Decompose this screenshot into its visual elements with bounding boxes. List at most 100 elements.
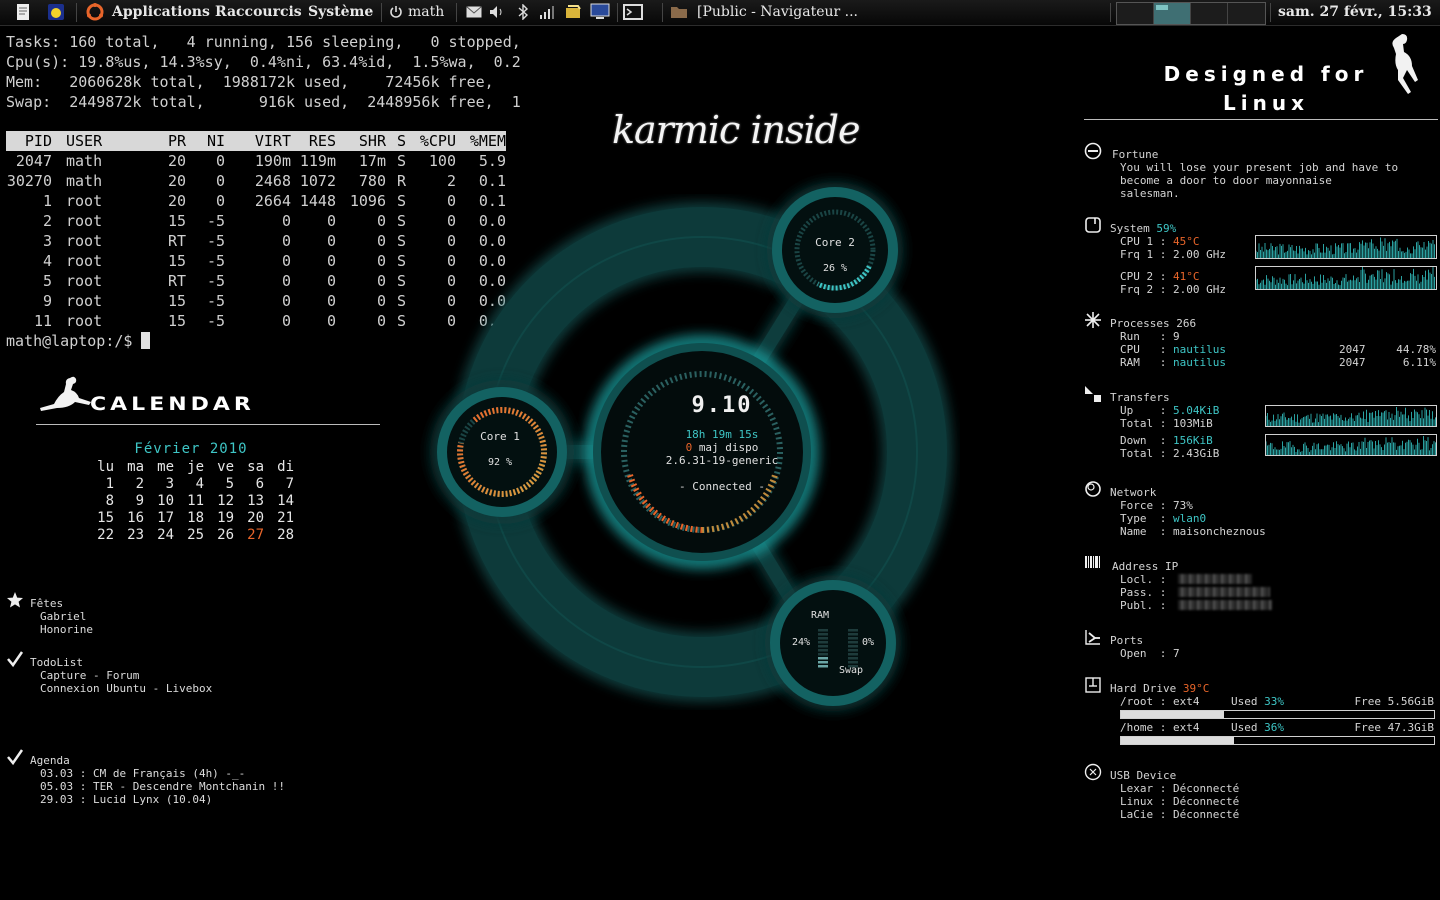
- swap-level-bar: [848, 653, 858, 656]
- cell-ni: 0: [215, 152, 225, 170]
- agenda-line-3: 29.03 : Lucid Lynx (10.04): [40, 793, 213, 806]
- calendar-day[interactable]: 21: [268, 510, 294, 527]
- home-used: Used 36%: [1231, 721, 1284, 734]
- weekday-label: sa: [247, 459, 264, 475]
- locl-label: Locl. :: [1120, 573, 1167, 586]
- ram-level-bar: [818, 665, 828, 668]
- calendar-day[interactable]: 10: [148, 493, 174, 510]
- calendar-day[interactable]: 1: [88, 476, 114, 493]
- swap-level-bar: [848, 633, 858, 636]
- frq1-label: Frq 1 :: [1120, 248, 1167, 261]
- calendar-day[interactable]: 13: [238, 493, 264, 510]
- cell-pid: 2047: [15, 152, 52, 170]
- calendar-day[interactable]: 23: [118, 527, 144, 544]
- cell-user: root: [66, 292, 103, 310]
- swap-level-bar: [848, 629, 858, 632]
- cell-ni: -5: [206, 252, 225, 270]
- hdd-temp: 39°C: [1182, 682, 1210, 695]
- calendar-day[interactable]: 8: [88, 493, 114, 510]
- address-title: Address IP: [1112, 560, 1179, 573]
- calendar-day[interactable]: 26: [208, 527, 234, 544]
- update-notifier-icon[interactable]: [564, 3, 582, 21]
- calendar-day[interactable]: 15: [88, 510, 114, 527]
- mail-icon[interactable]: [466, 6, 482, 18]
- publ-label: Publ. :: [1120, 599, 1167, 612]
- calendar-day[interactable]: 9: [118, 493, 144, 510]
- calendar-day[interactable]: 24: [148, 527, 174, 544]
- calendar-day[interactable]: 28: [268, 527, 294, 544]
- usb-lacie: LaCie : Déconnecté: [1120, 808, 1240, 821]
- calendar-day[interactable]: 25: [178, 527, 204, 544]
- processes-count: 266: [1176, 317, 1197, 330]
- calendar-day[interactable]: 19: [208, 510, 234, 527]
- run-value: 9: [1172, 330, 1180, 343]
- workspace-1[interactable]: [1117, 3, 1154, 24]
- hard-drive-icon: [1085, 677, 1101, 693]
- terminal-icon[interactable]: [622, 3, 644, 21]
- cell-s: S: [396, 272, 406, 290]
- system-menu[interactable]: Système: [308, 0, 373, 25]
- calendar-day[interactable]: 12: [208, 493, 234, 510]
- cell-s: S: [396, 292, 406, 310]
- ssid-value: maisoncheznous: [1172, 525, 1266, 538]
- workspace-switcher[interactable]: [1116, 2, 1266, 25]
- volume-icon[interactable]: [489, 5, 505, 19]
- workspace-3[interactable]: [1191, 3, 1228, 24]
- down-total-value: 2.43GiB: [1172, 447, 1220, 460]
- user-switcher[interactable]: math: [408, 0, 444, 25]
- open-ports-line: Open : 7: [1120, 647, 1180, 660]
- cpu1-temp: 45°C: [1172, 235, 1200, 248]
- karmic-inside-logo: karmic inside: [612, 108, 860, 152]
- applications-menu[interactable]: Applications: [112, 0, 210, 25]
- processes-icon: [1085, 312, 1101, 328]
- fortune-section: Fortune You will lose your present job a…: [1084, 142, 1436, 200]
- root-used-label: Used: [1231, 695, 1258, 708]
- network-section: Network Force : 73% Type : wlan0 Name : …: [1084, 481, 1436, 538]
- calendar-day[interactable]: 22: [88, 527, 114, 544]
- calendar-day[interactable]: 4: [178, 476, 204, 493]
- calendar-day[interactable]: 5: [208, 476, 234, 493]
- uptime: 18h 19m 15s: [685, 428, 759, 441]
- todolist-title: TodoList: [30, 656, 83, 669]
- cell-user: root: [66, 212, 103, 230]
- star-icon: [7, 592, 23, 608]
- calendar-day[interactable]: 20: [238, 510, 264, 527]
- shell-prompt[interactable]: math@laptop:/$: [6, 331, 151, 351]
- todo-line-1: Capture - Forum: [40, 669, 140, 682]
- ram-level-bar: [818, 629, 828, 632]
- calendar-day[interactable]: 27: [238, 527, 264, 544]
- calendar-day[interactable]: 7: [268, 476, 294, 493]
- cell-shr: 1096: [349, 192, 386, 210]
- workspace-4[interactable]: [1228, 3, 1264, 24]
- calendar-day[interactable]: 16: [118, 510, 144, 527]
- workspace-2[interactable]: [1154, 3, 1191, 24]
- folder-icon: [671, 7, 687, 18]
- window-task-button[interactable]: [Public - Navigateur ...: [697, 0, 858, 25]
- cpu1-line: CPU 1 : 45°C: [1120, 235, 1199, 248]
- processes-title-text: Processes: [1110, 317, 1170, 330]
- calendar-day[interactable]: 18: [178, 510, 204, 527]
- calendar-day[interactable]: 14: [268, 493, 294, 510]
- file-manager-icon[interactable]: [47, 3, 65, 21]
- ram-top-line: RAM : nautilus: [1120, 356, 1226, 369]
- calendar-title: Calendar: [90, 393, 255, 416]
- places-menu[interactable]: Raccourcis: [215, 0, 302, 25]
- display-icon[interactable]: [590, 3, 612, 21]
- cpu-top-proc: nautilus: [1172, 343, 1226, 356]
- calendar-day[interactable]: 11: [178, 493, 204, 510]
- calendar-day[interactable]: 6: [238, 476, 264, 493]
- root-usage-bar: [1120, 710, 1435, 719]
- system-title: System 59%: [1110, 222, 1176, 235]
- calendar-day[interactable]: 17: [148, 510, 174, 527]
- cell-pr: 15: [167, 212, 186, 230]
- up-value: 5.04KiB: [1172, 404, 1220, 417]
- cell-s: S: [396, 192, 406, 210]
- calendar-day[interactable]: 2: [118, 476, 144, 493]
- text-editor-icon[interactable]: [14, 3, 32, 21]
- bluetooth-icon[interactable]: [516, 4, 530, 20]
- power-icon[interactable]: [389, 5, 403, 19]
- fortune-line-1: You will lose your present job and have …: [1120, 161, 1399, 174]
- clock[interactable]: sam. 27 févr., 15:33: [1278, 0, 1432, 25]
- calendar-day[interactable]: 3: [148, 476, 174, 493]
- wifi-signal-icon[interactable]: [538, 5, 558, 19]
